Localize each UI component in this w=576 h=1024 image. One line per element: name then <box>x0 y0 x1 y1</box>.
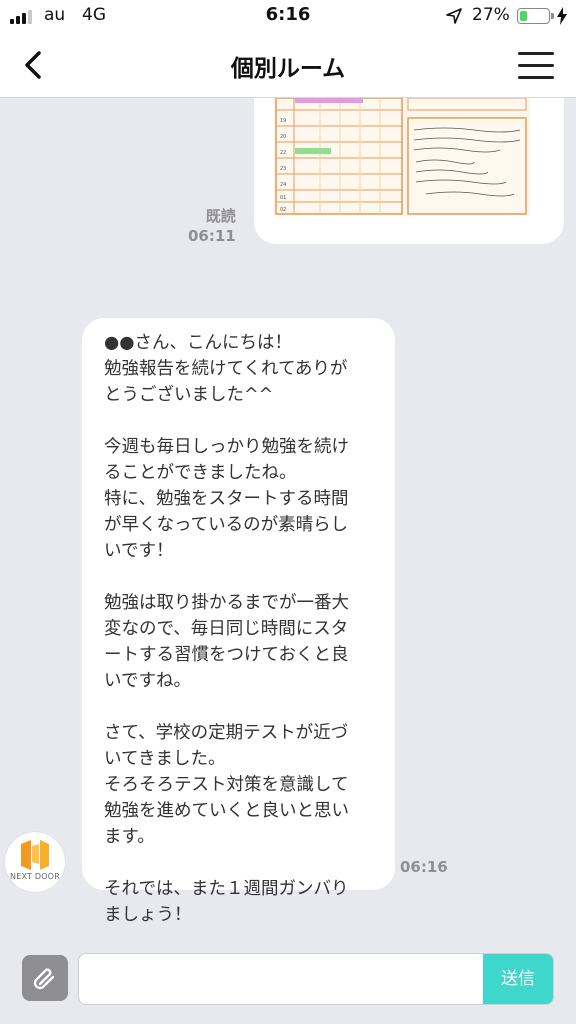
message-line: いてきました。 <box>104 749 226 769</box>
paperclip-icon <box>33 968 55 990</box>
svg-text:20: 20 <box>280 134 286 140</box>
message-composer: 送信 <box>78 953 554 1005</box>
svg-text:02: 02 <box>280 207 286 213</box>
message-line: それでは、また１週間ガンバり <box>104 879 349 899</box>
sent-message-meta: 既読 06:11 <box>188 206 236 246</box>
message-line: ましょう！ <box>104 905 192 925</box>
svg-text:22: 22 <box>280 150 286 156</box>
message-line: 勉強を進めていくと良いと思い <box>104 801 349 821</box>
message-line: 特に、勉強をスタートする時間 <box>104 489 349 509</box>
message-line: ることができましたね。 <box>104 463 297 483</box>
next-door-logo-icon <box>21 840 49 870</box>
message-line <box>104 564 377 590</box>
message-line <box>104 408 377 434</box>
message-line: さて、学校の定期テストが近づ <box>104 723 349 743</box>
received-time: 06:16 <box>400 858 448 876</box>
attach-button[interactable] <box>22 955 68 1001</box>
read-receipt: 既読 <box>205 207 236 225</box>
message-line: ートする習慣をつけておくと良 <box>104 645 349 665</box>
message-line: いですね。 <box>104 671 191 691</box>
received-message-bubble[interactable]: ●●さん、こんにちは！ 勉強報告を続けてくれてありが とうございました^^ 今週も毎日… <box>82 318 395 925</box>
hamburger-menu-icon[interactable] <box>518 52 554 80</box>
message-line: そろそろテスト対策を意識して <box>104 775 349 795</box>
message-input[interactable] <box>79 954 484 1004</box>
battery-fill <box>520 11 527 21</box>
location-arrow-icon <box>446 8 462 24</box>
battery-icon <box>517 8 554 24</box>
sender-avatar[interactable]: NEXT DOOR <box>5 832 65 892</box>
status-bar: au 4G 6:16 27% <box>0 0 576 32</box>
message-line <box>104 694 377 720</box>
message-line: ●●さん、こんにちは！ <box>104 333 293 353</box>
lightning-bolt-icon <box>557 7 567 25</box>
message-line: 今週も毎日しっかり勉強を続け <box>104 437 349 457</box>
send-button[interactable]: 送信 <box>483 954 553 1004</box>
sent-time: 06:11 <box>188 227 236 245</box>
message-line: いです！ <box>104 541 174 561</box>
svg-text:19: 19 <box>280 118 286 124</box>
svg-text:23: 23 <box>280 166 286 172</box>
svg-text:01: 01 <box>280 195 286 201</box>
message-line: 勉強報告を続けてくれてありが <box>104 359 348 379</box>
navigation-header: 個別ルーム <box>0 32 576 98</box>
page-title: 個別ルーム <box>230 56 346 82</box>
message-line: 変なので、毎日同じ時間にスタ <box>104 619 349 639</box>
sender-brand: NEXT DOOR <box>10 872 60 881</box>
message-line: が早くなっているのが素晴らし <box>104 515 349 535</box>
study-log-photo[interactable]: 19 20 22 23 24 01 02 <box>274 98 530 216</box>
sent-image-bubble[interactable]: 19 20 22 23 24 01 02 <box>254 98 564 244</box>
message-line: ます。 <box>104 827 155 847</box>
battery-percent: 27% <box>472 5 510 25</box>
svg-text:24: 24 <box>280 182 286 188</box>
message-line: とうございました^^ <box>104 385 274 405</box>
message-line: 勉強は取り掛かるまでが一番大 <box>104 593 349 613</box>
message-line <box>104 850 377 876</box>
